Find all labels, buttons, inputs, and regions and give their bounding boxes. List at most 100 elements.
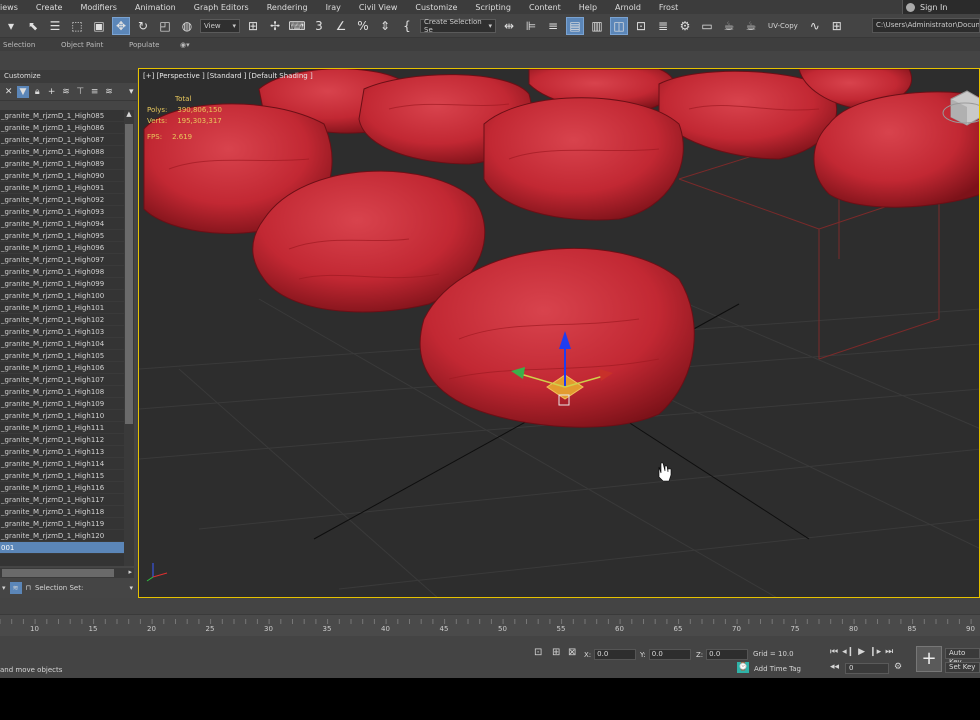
list-item[interactable]: 001 (0, 542, 124, 554)
ribbon-tab-object-paint[interactable]: Object Paint (61, 41, 103, 49)
filter-icon[interactable]: ▼ (17, 85, 29, 98)
project-path[interactable]: C:\Users\Administrator\Docum (872, 18, 980, 33)
current-frame-field[interactable]: 0 (845, 663, 889, 674)
y-field[interactable]: 0.0 (648, 649, 691, 660)
render-setup-icon[interactable]: ⚙ (676, 17, 694, 35)
rect-selection-icon[interactable]: ⬚ (68, 17, 86, 35)
chevron-down-icon[interactable]: ▾ (129, 584, 133, 592)
list-item[interactable]: _granite_M_rjzmD_1_High108 (0, 386, 124, 398)
reference-coord-dropdown[interactable]: View ▾ (200, 18, 240, 33)
place-icon[interactable]: ◍ (178, 17, 196, 35)
list-item[interactable]: _granite_M_rjzmD_1_High095 (0, 230, 124, 242)
sort-icon[interactable]: ≡ (89, 86, 100, 98)
select-by-name-icon[interactable]: ☰ (46, 17, 64, 35)
layer-explorer-icon[interactable]: ≡ (544, 17, 562, 35)
chevron-down-icon[interactable]: ▾ (126, 86, 137, 98)
list-item[interactable]: _granite_M_rjzmD_1_High110 (0, 410, 124, 422)
list-item[interactable]: _granite_M_rjzmD_1_High096 (0, 242, 124, 254)
previous-frame-icon[interactable]: ◂❙ (842, 647, 854, 657)
schematic-view-icon[interactable]: ⊡ (632, 17, 650, 35)
menu-views[interactable]: iews (0, 3, 27, 12)
play-icon[interactable]: ▶ (858, 647, 865, 657)
mirror-icon[interactable]: ⇹ (500, 17, 518, 35)
angle-snap-icon[interactable]: ∠ (332, 17, 350, 35)
set-key-icon[interactable]: + (916, 646, 942, 672)
rotate-icon[interactable]: ↻ (134, 17, 152, 35)
list-vertical-scrollbar[interactable]: ▲ (124, 110, 134, 566)
selection-lock-icon[interactable]: ⊡ (534, 647, 542, 658)
set-key-button[interactable]: Set Key (945, 662, 980, 673)
menu-animation[interactable]: Animation (126, 3, 185, 12)
list-item[interactable]: _granite_M_rjzmD_1_High103 (0, 326, 124, 338)
hierarchy-icon[interactable]: ⊤ (75, 86, 86, 98)
menu-frost[interactable]: Frost (650, 3, 687, 12)
hscroll-thumb[interactable] (2, 569, 114, 577)
list-item[interactable]: _granite_M_rjzmD_1_High105 (0, 350, 124, 362)
list-item[interactable]: _granite_M_rjzmD_1_High091 (0, 182, 124, 194)
scene-explorer-icon[interactable]: ▤ (566, 16, 584, 35)
select-object-icon[interactable]: ⬉ (24, 17, 42, 35)
sign-in-button[interactable]: Sign In (902, 0, 980, 14)
key-mode-icon[interactable]: ◂◂ (830, 662, 839, 672)
window-crossing-icon[interactable]: ▣ (90, 17, 108, 35)
list-item[interactable]: _granite_M_rjzmD_1_High107 (0, 374, 124, 386)
list-item[interactable]: _granite_M_rjzmD_1_High097 (0, 254, 124, 266)
lock-icon[interactable]: 🔒︎ (32, 86, 43, 98)
grid-toggle-icon[interactable]: ⊞ (828, 17, 846, 35)
undo-dropdown-icon[interactable]: ▾ (2, 17, 20, 35)
add-time-tag-label[interactable]: Add Time Tag (754, 665, 801, 673)
list-item[interactable]: _granite_M_rjzmD_1_High098 (0, 266, 124, 278)
list-item[interactable]: _granite_M_rjzmD_1_High100 (0, 290, 124, 302)
scroll-thumb[interactable] (125, 124, 133, 424)
layers-icon[interactable]: ≋ (60, 86, 71, 98)
menu-modifiers[interactable]: Modifiers (71, 3, 126, 12)
menu-scripting[interactable]: Scripting (466, 3, 520, 12)
uv-copy-label[interactable]: UV-Copy (764, 22, 802, 30)
isolate-icon[interactable]: ⊞ (552, 647, 560, 658)
perspective-viewport[interactable]: [+] [Perspective ] [Standard ] [Default … (138, 68, 980, 598)
list-item[interactable]: _granite_M_rjzmD_1_High120 (0, 530, 124, 542)
stack-icon[interactable]: ≋ (103, 86, 114, 98)
move-icon[interactable]: ✥ (112, 16, 130, 35)
list-item[interactable]: _granite_M_rjzmD_1_High114 (0, 458, 124, 470)
chevron-down-icon[interactable]: ▾ (2, 584, 6, 592)
list-item[interactable]: _granite_M_rjzmD_1_High089 (0, 158, 124, 170)
time-tag-icon[interactable]: ⌚ (737, 662, 749, 673)
go-to-end-icon[interactable]: ⏭ (885, 647, 893, 657)
list-item[interactable]: _granite_M_rjzmD_1_High119 (0, 518, 124, 530)
ribbon-tab-selection[interactable]: Selection (3, 41, 35, 49)
add-icon[interactable]: + (46, 86, 57, 98)
hierarchy-sort-icon[interactable]: ⊓ (26, 584, 31, 592)
z-field[interactable]: 0.0 (706, 649, 749, 660)
list-item[interactable]: _granite_M_rjzmD_1_High118 (0, 506, 124, 518)
list-item[interactable]: _granite_M_rjzmD_1_High111 (0, 422, 124, 434)
list-item[interactable]: _granite_M_rjzmD_1_High113 (0, 446, 124, 458)
spinner-snap-icon[interactable]: ⇕ (376, 17, 394, 35)
auto-key-button[interactable]: Auto Key (945, 648, 980, 666)
list-item[interactable]: _granite_M_rjzmD_1_High117 (0, 494, 124, 506)
menu-graph-editors[interactable]: Graph Editors (185, 3, 258, 12)
timeline-ruler[interactable]: 10 15 20 25 30 35 40 45 50 55 60 65 70 75 80 85 90 (0, 614, 980, 636)
list-item[interactable]: _granite_M_rjzmD_1_High093 (0, 206, 124, 218)
list-item[interactable]: _granite_M_rjzmD_1_High092 (0, 194, 124, 206)
scroll-up-icon[interactable]: ▲ (124, 110, 134, 120)
pivot-icon[interactable]: ⊞ (244, 17, 262, 35)
percent-snap-icon[interactable]: % (354, 17, 372, 35)
list-item[interactable]: _granite_M_rjzmD_1_High088 (0, 146, 124, 158)
menu-customize[interactable]: Customize (406, 3, 466, 12)
viewport-label[interactable]: [+] [Perspective ] [Standard ] [Default … (143, 72, 313, 80)
edit-named-selection-icon[interactable]: { (398, 17, 416, 35)
list-item[interactable]: _granite_M_rjzmD_1_High115 (0, 470, 124, 482)
list-item[interactable]: _granite_M_rjzmD_1_High094 (0, 218, 124, 230)
menu-help[interactable]: Help (570, 3, 606, 12)
scale-icon[interactable]: ◰ (156, 17, 174, 35)
layer-sort-icon[interactable]: ≋ (9, 582, 22, 594)
list-item[interactable]: _granite_M_rjzmD_1_High090 (0, 170, 124, 182)
list-item[interactable]: _granite_M_rjzmD_1_High102 (0, 314, 124, 326)
list-item[interactable]: _granite_M_rjzmD_1_High087 (0, 134, 124, 146)
menu-create[interactable]: Create (27, 3, 72, 12)
menu-iray[interactable]: Iray (317, 3, 350, 12)
ribbon-toggle-icon[interactable]: ▥ (588, 17, 606, 35)
named-selection-dropdown[interactable]: Create Selection Se ▾ (420, 18, 496, 34)
list-item[interactable]: _granite_M_rjzmD_1_High099 (0, 278, 124, 290)
